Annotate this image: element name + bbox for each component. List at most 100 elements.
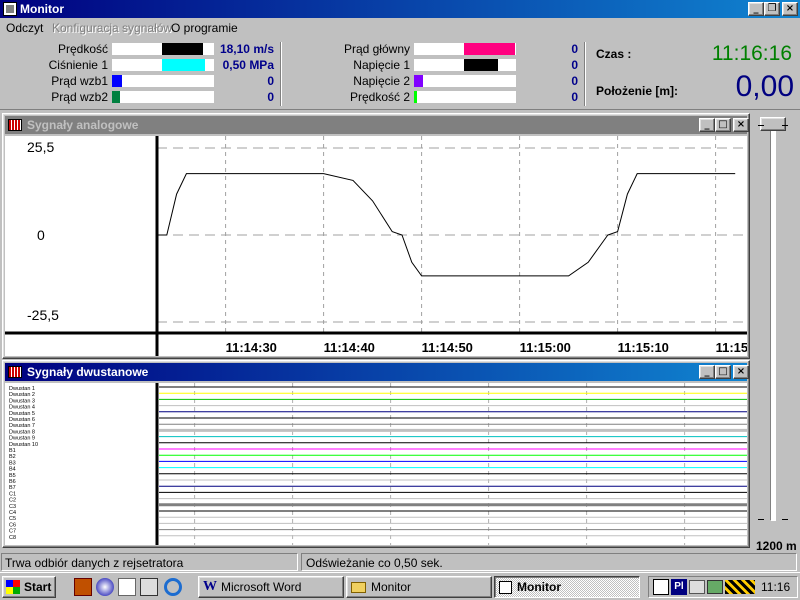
gauge-fill xyxy=(112,75,123,87)
quicklaunch-app-icon[interactable] xyxy=(74,578,92,596)
digital-channel-label: B5 xyxy=(9,473,16,479)
tray-app-icon[interactable] xyxy=(653,579,669,595)
digital-channel-label: Dwustan 8 xyxy=(9,429,35,435)
task-label: Monitor xyxy=(371,580,412,594)
quicklaunch-ie-icon[interactable] xyxy=(164,578,182,596)
word-icon: W xyxy=(203,579,217,594)
digital-signals-window: Sygnały dwustanowe _ □ × Dwustan 1 Dwusta… xyxy=(2,360,750,548)
maximize-button[interactable]: □ xyxy=(715,118,731,132)
gauge-label: Napięcie 1 xyxy=(353,58,410,72)
minimize-button[interactable]: _ xyxy=(699,365,715,379)
task-button-monitor-folder[interactable]: Monitor xyxy=(346,576,492,598)
position-label: Położenie [m]: xyxy=(596,84,679,98)
gauge-value: 0 xyxy=(571,42,578,56)
gauge-value: 0 xyxy=(571,74,578,88)
task-button-word[interactable]: W Microsoft Word xyxy=(198,576,344,598)
menu-o-programie[interactable]: O programie xyxy=(171,21,238,35)
taskbar: Start W Microsoft Word Monitor Monitor P… xyxy=(0,572,800,600)
tray-activity-icon[interactable] xyxy=(725,580,755,594)
tray-clock[interactable]: 11:16 xyxy=(761,580,790,594)
gauge-bar xyxy=(112,91,214,103)
digital-channel-label: B1 xyxy=(9,448,16,454)
close-button[interactable]: × xyxy=(733,118,749,132)
gauge-fill xyxy=(112,91,121,103)
gauge-bar xyxy=(414,91,516,103)
task-label: Monitor xyxy=(517,580,561,594)
app-icon xyxy=(499,581,512,594)
position-value: 0,00 xyxy=(735,70,794,103)
tray-tool-icon[interactable] xyxy=(689,580,705,594)
digital-channel-label: C3 xyxy=(9,504,16,510)
maximize-button[interactable]: □ xyxy=(715,365,731,379)
x-tick-label: 11:14:40 xyxy=(324,340,375,355)
digital-channel-label: Dwustan 7 xyxy=(9,423,35,429)
slider-track xyxy=(770,125,776,521)
gauge-fill xyxy=(162,59,205,71)
folder-icon xyxy=(351,582,366,593)
window-title: Monitor xyxy=(20,2,64,16)
digital-channel-label: C1 xyxy=(9,491,16,497)
digital-channel-label: B2 xyxy=(9,454,16,460)
x-tick-label: 11:14:30 xyxy=(226,340,277,355)
clock-label: Czas : xyxy=(596,47,632,61)
tray-network-icon[interactable] xyxy=(707,580,723,594)
divider xyxy=(584,42,586,106)
slider-thumb[interactable] xyxy=(760,117,786,131)
close-button[interactable]: × xyxy=(782,2,798,16)
analog-window-title: Sygnały analogowe xyxy=(27,118,139,132)
divider xyxy=(280,42,282,106)
gauge-fill xyxy=(464,43,515,55)
digital-channel-label: C8 xyxy=(9,535,16,541)
gauge-label: Napięcie 2 xyxy=(353,74,410,88)
digital-channel-label: C6 xyxy=(9,522,16,528)
signal-icon xyxy=(8,366,22,378)
digital-channel-label: C7 xyxy=(9,529,16,535)
minimize-button[interactable]: _ xyxy=(699,118,715,132)
quicklaunch-globe-icon[interactable] xyxy=(96,578,114,596)
digital-chart: Dwustan 1Dwustan 2Dwustan 3Dwustan 4Dwus… xyxy=(5,383,747,545)
quicklaunch-desktop-icon[interactable] xyxy=(140,578,158,596)
quicklaunch-document-icon[interactable] xyxy=(118,578,136,596)
digital-channel-label: Dwustan 2 xyxy=(9,392,35,398)
gauge-bar xyxy=(112,75,214,87)
digital-channel-label: Dwustan 10 xyxy=(9,442,38,448)
language-indicator[interactable]: Pl xyxy=(671,579,687,595)
gauge-bar xyxy=(112,59,214,71)
task-button-monitor-app[interactable]: Monitor xyxy=(494,576,640,598)
tick xyxy=(782,519,788,520)
gauge-fill xyxy=(162,43,203,55)
close-button[interactable]: × xyxy=(733,365,749,379)
y-tick-label: 0 xyxy=(37,227,45,243)
analog-window-titlebar: Sygnały analogowe _ □ × xyxy=(5,116,749,134)
gauge-label: Prąd wzb1 xyxy=(51,74,108,88)
clock-value: 11:16:16 xyxy=(711,42,792,65)
digital-channel-label: Dwustan 9 xyxy=(9,436,35,442)
gauge-fill xyxy=(464,59,498,71)
digital-channel-label: C2 xyxy=(9,498,16,504)
digital-channel-label: B3 xyxy=(9,460,16,466)
gauge-bar xyxy=(414,75,516,87)
menu-odczyt[interactable]: Odczyt xyxy=(6,21,43,35)
minimize-button[interactable]: _ xyxy=(748,2,764,16)
gauge-label: Ciśnienie 1 xyxy=(48,58,108,72)
digital-channel-label: Dwustan 1 xyxy=(9,386,35,392)
gauge-panel: Prędkość 18,10 m/s Ciśnienie 1 0,50 MPa Prąd… xyxy=(0,38,800,110)
windows-logo-icon xyxy=(6,580,20,594)
menu-konfiguracja[interactable]: Konfiguracja sygnałów xyxy=(52,21,172,35)
y-tick-label: -25,5 xyxy=(27,307,59,323)
tick xyxy=(758,125,764,126)
digital-channel-label: B6 xyxy=(9,479,16,485)
analog-signals-window: Sygnały analogowe _ □ × 11:14:30 11:14:40… xyxy=(2,113,750,359)
analog-chart: 11:14:30 11:14:40 11:14:50 11:15:00 11:15:10… xyxy=(5,136,747,356)
tick xyxy=(782,125,788,126)
restore-button[interactable]: ❐ xyxy=(764,2,780,16)
gauge-fill xyxy=(414,91,418,103)
gauge-label: Prąd główny xyxy=(343,42,410,56)
gauge-label: Prąd wzb2 xyxy=(51,90,108,104)
gauge-value: 18,10 m/s xyxy=(219,42,274,56)
menu-bar: Odczyt Konfiguracja sygnałów O programie xyxy=(0,18,800,38)
digital-channel-label: Dwustan 4 xyxy=(9,405,35,411)
gauge-value: 0 xyxy=(571,90,578,104)
start-label: Start xyxy=(24,580,52,594)
start-button[interactable]: Start xyxy=(2,576,56,598)
